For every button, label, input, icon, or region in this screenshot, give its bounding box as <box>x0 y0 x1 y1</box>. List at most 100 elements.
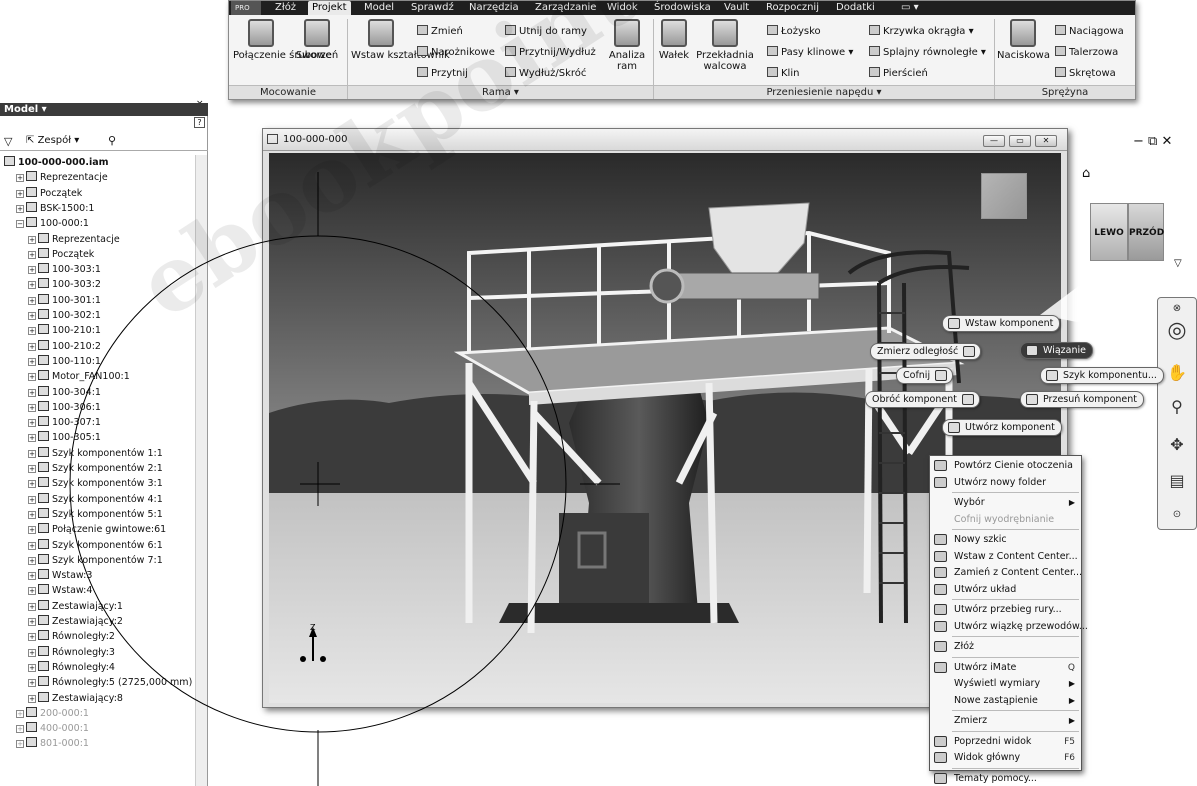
context-menu-item[interactable]: Utwórz wiązkę przewodów... <box>930 619 1088 635</box>
context-menu-item[interactable]: Nowe zastąpienie ▶ <box>930 693 1081 709</box>
expand-icon[interactable]: + <box>28 449 36 458</box>
tree-node[interactable]: + Początek <box>16 186 82 201</box>
ring-button[interactable]: Pierścień <box>869 67 928 80</box>
context-menu-item[interactable]: Utwórz przebieg rury... <box>930 602 1081 618</box>
tree-node[interactable]: +100-304:1 <box>28 385 101 400</box>
tab-model[interactable]: Model <box>360 1 398 15</box>
ribbon-options-icon[interactable]: ▭ ▾ <box>897 1 923 15</box>
expand-icon[interactable]: + <box>28 618 36 626</box>
tree-node[interactable]: +400-000:1 <box>16 721 89 736</box>
mm-insert-component[interactable]: Wstaw komponent <box>942 315 1061 332</box>
expand-icon[interactable]: + <box>28 388 36 397</box>
tree-node[interactable]: + Zestawiający:8 <box>28 691 123 706</box>
tree-node[interactable]: + Szyk komponentów 3:1 <box>28 476 163 491</box>
context-menu-item[interactable]: Utwórz układ <box>930 582 1081 598</box>
tree-node[interactable]: + Zestawiający:1 <box>28 599 123 614</box>
parallel-splines-button[interactable]: Splajny równoległe ▾ <box>869 46 986 59</box>
expand-icon[interactable]: + <box>28 357 36 366</box>
trim-extend-button[interactable]: Przytnij/Wydłuż <box>505 46 596 59</box>
tree-node[interactable]: +100-306:1 <box>28 400 101 415</box>
expand-icon[interactable]: + <box>16 174 24 183</box>
tree-node[interactable]: + Reprezentacje <box>16 170 108 185</box>
expand-icon[interactable]: + <box>28 526 36 535</box>
minimize-icon[interactable]: − <box>1133 134 1144 149</box>
miter-button[interactable]: Narożnikowe <box>417 46 495 59</box>
tab-dodatki[interactable]: Dodatki <box>832 1 879 15</box>
bearing-button[interactable]: Łożysko <box>767 25 821 38</box>
tree-node[interactable]: + Szyk komponentów 5:1 <box>28 507 163 522</box>
expand-icon[interactable]: + <box>28 266 36 275</box>
tree-node[interactable]: +100-303:2 <box>28 277 101 292</box>
context-menu-item[interactable]: Złóż <box>930 639 1081 655</box>
zoom-icon[interactable]: ⚲ <box>1166 396 1188 418</box>
viewcube-main[interactable]: LEWO PRZÓD <box>1090 195 1164 269</box>
torsion-spring-button[interactable]: Skrętowa <box>1055 67 1116 80</box>
extension-spring-button[interactable]: Naciągowa <box>1055 25 1124 38</box>
group-rama[interactable]: Rama ▾ <box>348 85 653 99</box>
tree-node[interactable]: + Równoległy:2 <box>28 629 115 644</box>
orbit-icon[interactable]: ✥ <box>1166 434 1188 456</box>
maximize-button[interactable]: ▭ <box>1009 135 1031 147</box>
expand-icon[interactable]: + <box>16 740 24 749</box>
tree-node[interactable]: + Początek <box>28 247 94 262</box>
tab-zarzadzanie[interactable]: Zarządzanie <box>531 1 600 15</box>
tree-node[interactable]: + Równoległy:3 <box>28 645 115 660</box>
tree-node[interactable]: +801-000:1 <box>16 736 89 751</box>
expand-icon[interactable]: + <box>28 633 36 642</box>
context-menu-item[interactable]: Wyświetl wymiary ▶ <box>930 676 1081 692</box>
expand-icon[interactable]: + <box>28 679 36 688</box>
assembly-dropdown[interactable]: ⇱ Zespół ▾ <box>26 135 79 146</box>
expand-icon[interactable]: + <box>28 250 36 259</box>
compression-spring-button[interactable]: Naciskowa <box>997 19 1050 61</box>
tree-node[interactable]: + Szyk komponentów 1:1 <box>28 446 163 461</box>
spur-gear-button[interactable]: Przekładnia walcowa <box>695 19 755 72</box>
close-app-icon[interactable]: ✕ <box>1161 134 1172 149</box>
tree-node[interactable]: + Motor_FAN100:1 <box>28 369 130 384</box>
group-przeniesienie-napedu[interactable]: Przeniesienie napędu ▾ <box>654 85 994 99</box>
expand-icon[interactable]: + <box>28 296 36 305</box>
expand-icon[interactable]: + <box>28 235 36 244</box>
expand-icon[interactable]: + <box>28 281 36 290</box>
tree-node[interactable]: 100-000-000.iam <box>4 155 109 170</box>
expand-icon[interactable]: − <box>16 220 24 229</box>
tab-zloz[interactable]: Złóż <box>271 1 300 15</box>
viewcube[interactable] <box>981 173 1027 219</box>
tree-node[interactable]: + Wstaw:4 <box>28 583 92 598</box>
context-menu-item[interactable]: Utwórz iMate Q <box>930 660 1081 676</box>
expand-icon[interactable]: + <box>28 342 36 351</box>
expand-icon[interactable]: + <box>28 419 36 428</box>
tree-node[interactable]: +100-303:1 <box>28 262 101 277</box>
context-menu-item[interactable]: Utwórz nowy folder <box>930 475 1081 491</box>
frame-analysis-button[interactable]: Analiza ram <box>607 19 647 72</box>
tree-node[interactable]: +100-305:1 <box>28 430 101 445</box>
expand-icon[interactable]: + <box>28 572 36 581</box>
mm-create-component[interactable]: Utwórz komponent <box>942 419 1062 436</box>
expand-icon[interactable]: + <box>28 541 36 550</box>
mm-constrain[interactable]: Wiązanie <box>1020 342 1093 359</box>
context-menu-item[interactable]: Widok główny F6 <box>930 750 1081 766</box>
shaft-button[interactable]: Wałek <box>657 19 691 61</box>
tree-node[interactable]: − 100-000:1 <box>16 216 89 231</box>
tab-narzedzia[interactable]: Narzędzia <box>465 1 523 15</box>
expand-icon[interactable]: + <box>28 587 36 596</box>
pin-button[interactable]: Sworzeń <box>293 19 341 61</box>
expand-icon[interactable]: + <box>28 556 36 565</box>
expand-icon[interactable]: + <box>28 663 36 672</box>
lengthen-shorten-button[interactable]: Wydłuż/Skróć <box>505 67 586 80</box>
help-icon[interactable]: ? <box>194 117 205 128</box>
insert-frame-button[interactable]: Wstaw kształtownik <box>351 19 450 61</box>
tab-srodowiska[interactable]: Środowiska <box>650 1 715 15</box>
expand-icon[interactable]: + <box>16 725 24 734</box>
tree-node[interactable]: +100-210:1 <box>28 323 101 338</box>
viewcube-front-face[interactable]: PRZÓD <box>1128 203 1164 261</box>
context-menu-item[interactable]: Wstaw z Content Center... <box>930 549 1081 565</box>
tree-node[interactable]: + Połączenie gwintowe:61 <box>28 522 166 537</box>
tab-projekt[interactable]: Projekt <box>308 1 351 15</box>
tree-node[interactable]: +100-110:1 <box>28 354 101 369</box>
expand-icon[interactable]: + <box>28 602 36 611</box>
tree-node[interactable]: + Szyk komponentów 6:1 <box>28 538 163 553</box>
tree-node[interactable]: +100-302:1 <box>28 308 101 323</box>
tree-node[interactable]: +100-307:1 <box>28 415 101 430</box>
change-button[interactable]: Zmień <box>417 25 463 38</box>
disc-cam-button[interactable]: Krzywka okrągła ▾ <box>869 25 974 38</box>
